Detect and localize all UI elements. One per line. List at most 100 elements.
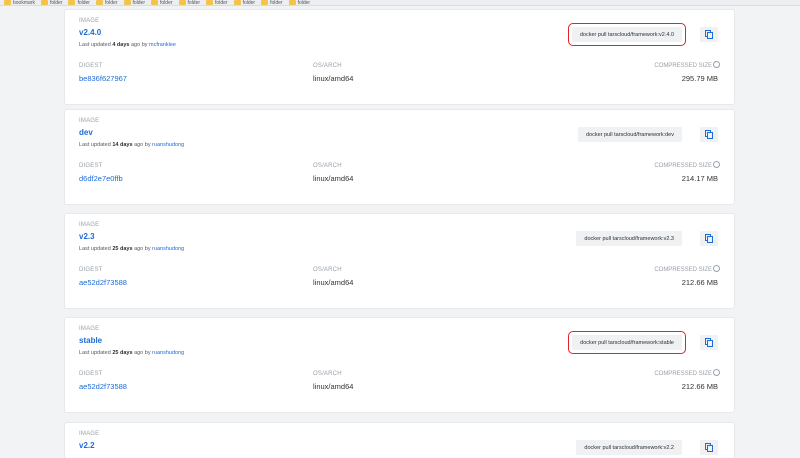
pull-command-box[interactable]: docker pull tarscloud/framework:stable — [568, 331, 686, 354]
image-label: IMAGE — [79, 326, 100, 332]
last-updated-text: Last updated 25 days ago by ruanshudong — [79, 246, 184, 252]
last-updated-text: Last updated 25 days ago by ruanshudong — [79, 350, 184, 356]
bookmark-label: folder — [187, 0, 201, 6]
osarch-value: linux/amd64 — [313, 278, 354, 287]
bookmark-label: folder — [297, 0, 311, 6]
osarch-label: OS/ARCH — [313, 267, 342, 273]
bookmark-label: folder — [270, 0, 283, 6]
bookmark-item[interactable]: folder — [178, 0, 201, 6]
image-tag-link[interactable]: v2.3 — [79, 232, 95, 241]
digest-label: DIGEST — [79, 63, 103, 69]
folder-icon — [233, 0, 241, 5]
image-label: IMAGE — [79, 431, 100, 437]
updated-by-label: ago by — [134, 350, 151, 356]
last-updated-text: Last updated 14 days ago by ruanshudong — [79, 142, 184, 148]
bookmark-item[interactable]: folder — [261, 0, 283, 6]
compressed-size-label: COMPRESSED SIZE — [654, 369, 720, 378]
copy-icon — [705, 30, 713, 39]
folder-icon — [68, 0, 76, 5]
bookmark-item[interactable]: folder — [123, 0, 146, 6]
copy-icon — [705, 130, 713, 139]
image-card: IMAGE v2.3 Last updated 25 days ago by rua… — [65, 214, 734, 308]
digest-link[interactable]: d6df2e7e0ffb — [79, 174, 123, 183]
bookmark-item[interactable]: folder — [151, 0, 173, 6]
updated-user-link[interactable]: ruanshudong — [152, 246, 184, 252]
digest-link[interactable]: be836f627967 — [79, 74, 127, 83]
folder-icon — [151, 0, 159, 5]
digest-label: DIGEST — [79, 163, 103, 169]
osarch-label: OS/ARCH — [313, 63, 342, 69]
bookmark-item[interactable]: bookmark — [4, 0, 35, 6]
pull-command-box[interactable]: docker pull tarscloud/framework:dev — [577, 127, 682, 142]
updated-age: 25 days — [112, 350, 133, 356]
osarch-value: linux/amd64 — [313, 382, 354, 391]
digest-label: DIGEST — [79, 371, 103, 377]
folder-icon — [4, 0, 11, 5]
last-updated-text: Last updated 4 days ago by mcfranklee — [79, 42, 176, 48]
folder-icon — [206, 0, 214, 5]
info-icon[interactable] — [713, 265, 720, 272]
updated-age: 25 days — [112, 246, 133, 252]
updated-user-link[interactable]: ruanshudong — [152, 142, 184, 148]
bookmark-item[interactable]: folder — [233, 0, 256, 6]
bookmark-label: folder — [132, 0, 146, 6]
compressed-size-label: COMPRESSED SIZE — [654, 161, 720, 170]
bookmark-item[interactable]: folder — [206, 0, 228, 6]
copy-button[interactable] — [700, 231, 718, 246]
updated-user-link[interactable]: mcfranklee — [149, 42, 176, 48]
folder-icon — [288, 0, 296, 5]
last-updated-label: Last updated — [79, 350, 111, 356]
updated-by-label: ago by — [134, 246, 151, 252]
image-label: IMAGE — [79, 118, 100, 124]
image-label: IMAGE — [79, 18, 100, 24]
info-icon[interactable] — [713, 369, 720, 376]
folder-icon — [123, 0, 131, 5]
digest-link[interactable]: ae52d2f73588 — [79, 382, 127, 391]
digest-link[interactable]: ae52d2f73588 — [79, 278, 127, 287]
bookmark-item[interactable]: folder — [40, 0, 63, 6]
bookmark-label: folder — [49, 0, 63, 6]
pull-command-box[interactable]: docker pull tarscloud/framework:v2.4.0 — [567, 23, 687, 46]
bookmark-label: folder — [215, 0, 228, 6]
osarch-label: OS/ARCH — [313, 163, 342, 169]
osarch-label: OS/ARCH — [313, 371, 342, 377]
bookmark-item[interactable]: folder — [288, 0, 311, 6]
image-tag-link[interactable]: dev — [79, 128, 93, 137]
bookmark-label: folder — [104, 0, 118, 6]
compressed-size-text: COMPRESSED SIZE — [654, 267, 712, 274]
updated-by-label: ago by — [131, 42, 148, 48]
bookmark-item[interactable]: folder — [68, 0, 90, 5]
bookmark-label: folder — [242, 0, 256, 6]
copy-button[interactable] — [700, 335, 718, 350]
compressed-size-label: COMPRESSED SIZE — [654, 265, 720, 274]
updated-age: 4 days — [112, 42, 130, 48]
compressed-size-text: COMPRESSED SIZE — [654, 163, 712, 170]
folder-icon — [40, 0, 48, 5]
compressed-size-value: 212.66 MB — [681, 278, 718, 287]
image-tag-link[interactable]: stable — [79, 336, 102, 345]
image-tag-link[interactable]: v2.2 — [79, 441, 95, 450]
bookmarks-bar: bookmark folder folder folder folder folder fo… — [0, 0, 800, 6]
compressed-size-label: COMPRESSED SIZE — [654, 61, 720, 69]
osarch-value: linux/amd64 — [313, 174, 354, 183]
updated-user-link[interactable]: ruanshudong — [152, 350, 184, 356]
image-label: IMAGE — [79, 222, 100, 228]
last-updated-label: Last updated — [79, 142, 111, 148]
osarch-value: linux/amd64 — [313, 74, 354, 83]
copy-icon — [705, 234, 713, 243]
digest-label: DIGEST — [79, 267, 103, 273]
pull-command-box[interactable]: docker pull tarscloud/framework:v2.3 — [576, 231, 682, 246]
copy-button[interactable] — [700, 127, 718, 142]
bookmark-item[interactable]: folder — [95, 0, 118, 6]
compressed-size-text: COMPRESSED SIZE — [654, 371, 712, 378]
bookmark-label: bookmark — [13, 0, 35, 6]
info-icon[interactable] — [713, 161, 720, 168]
image-tag-link[interactable]: v2.4.0 — [79, 28, 101, 37]
copy-icon — [705, 443, 713, 452]
image-card: IMAGE v2.4.0 Last updated 4 days ago by mc… — [65, 10, 734, 104]
copy-button[interactable] — [700, 27, 718, 42]
info-icon[interactable] — [713, 61, 720, 68]
folder-icon — [261, 0, 269, 5]
updated-age: 14 days — [112, 142, 133, 148]
bookmark-label: folder — [160, 0, 173, 6]
